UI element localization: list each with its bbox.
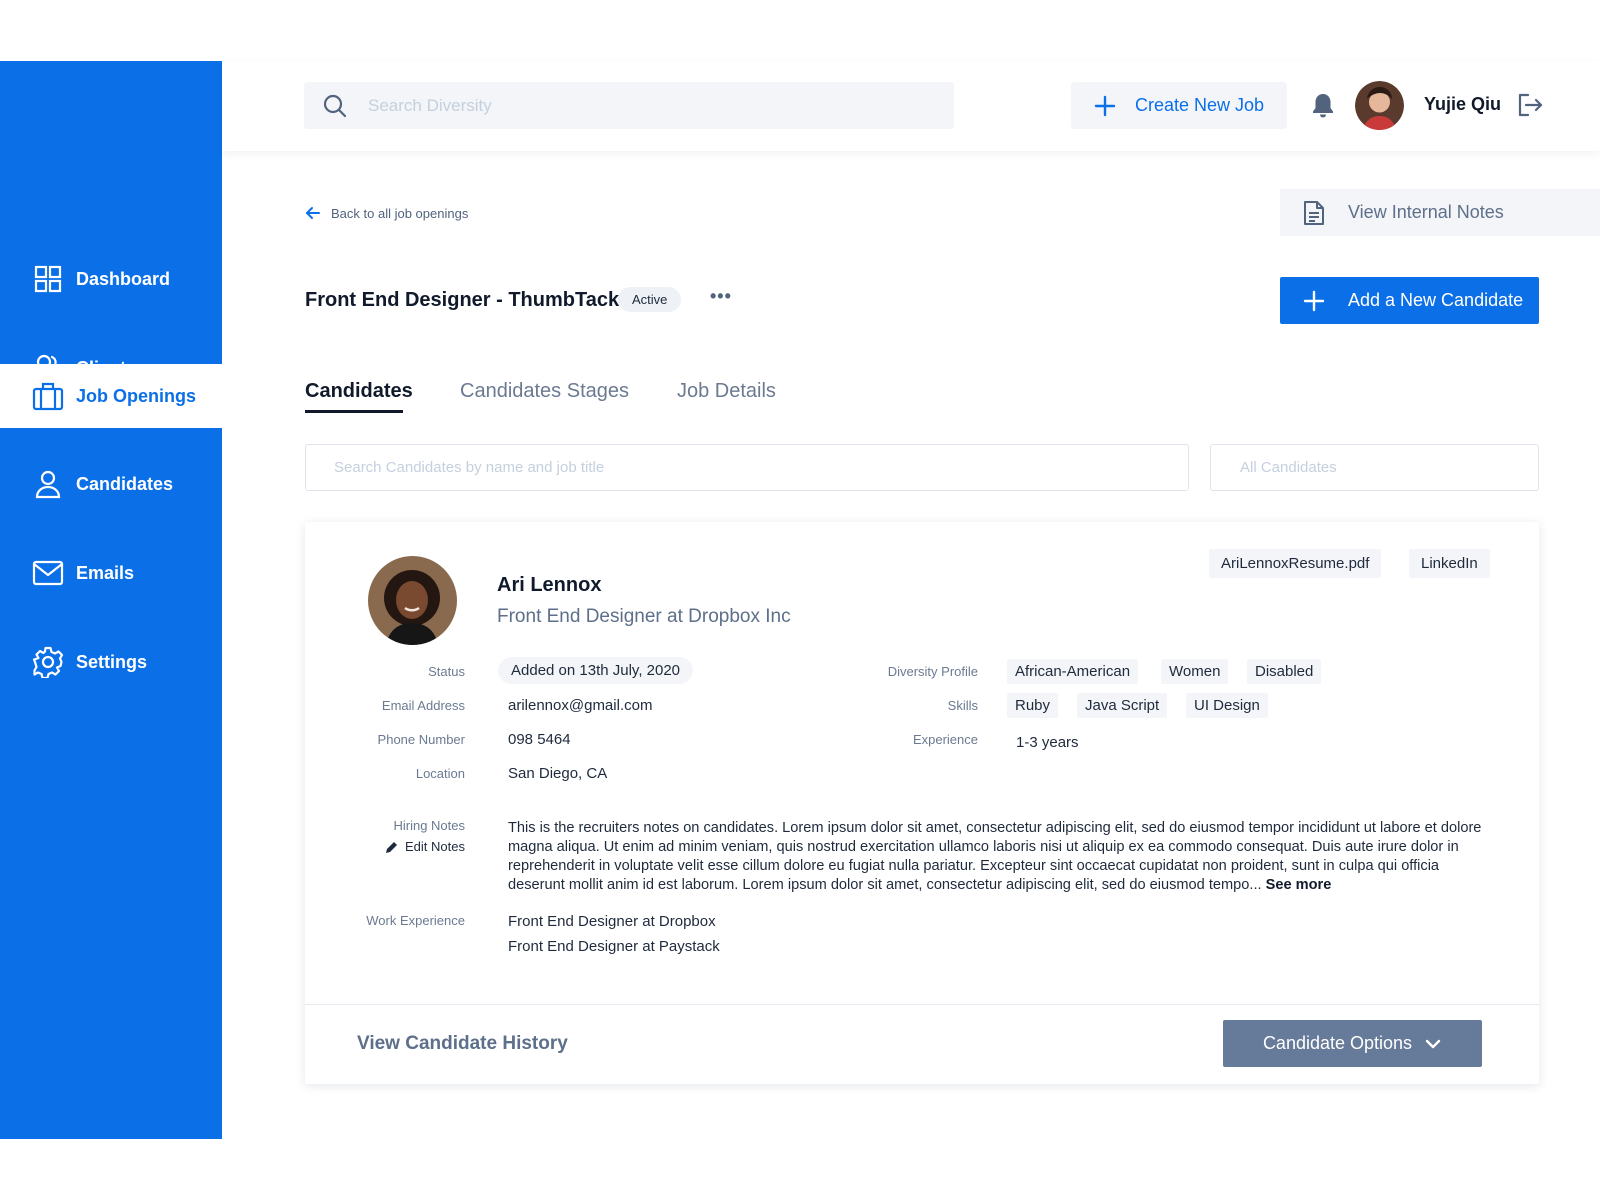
sidebar-item-label: Dashboard	[76, 268, 171, 289]
experience-value: 1-3 years	[1016, 734, 1079, 751]
active-tab-indicator	[305, 410, 403, 413]
status-label: Status	[428, 664, 465, 679]
skill-tag: Java Script	[1077, 693, 1168, 718]
see-more-link[interactable]: See more	[1266, 877, 1332, 893]
diversity-tag: Disabled	[1247, 659, 1322, 684]
job-title: Front End Designer - ThumbTack	[305, 289, 620, 311]
add-candidate-label: Add a New Candidate	[1348, 290, 1524, 310]
sidebar-item-label: Candidates	[76, 473, 174, 494]
resume-file-link[interactable]: AriLennoxResume.pdf	[1209, 549, 1382, 578]
diversity-tag: African-American	[1007, 659, 1139, 684]
candidate-search-input[interactable]	[334, 459, 1154, 476]
work-experience-label: Work Experience	[366, 913, 465, 928]
hiring-notes-text: This is the recruiters notes on candidat…	[508, 819, 1488, 895]
view-internal-notes-button[interactable]: View Internal Notes	[1280, 189, 1600, 236]
diversity-tag: Women	[1161, 659, 1229, 684]
user-name: Yujie Qiu	[1424, 94, 1502, 114]
phone-label: Phone Number	[377, 732, 465, 747]
sidebar-item-dashboard[interactable]: Dashboard	[0, 247, 222, 311]
user-icon	[31, 467, 65, 501]
hiring-notes-body: This is the recruiters notes on candidat…	[508, 820, 1482, 893]
pencil-icon	[385, 840, 399, 854]
gear-icon	[31, 645, 65, 679]
logout-icon[interactable]	[1516, 91, 1544, 119]
skill-tag: Ruby	[1007, 693, 1059, 718]
back-label: Back to all job openings	[331, 205, 469, 221]
status-value: Added on 13th July, 2020	[498, 657, 694, 684]
sidebar-item-emails[interactable]: Emails	[0, 541, 222, 605]
candidate-filter-select[interactable]: All Candidates	[1210, 444, 1539, 491]
grid-icon	[31, 262, 65, 296]
candidate-card: Ari Lennox Front End Designer at Dropbox…	[305, 522, 1539, 1084]
edit-notes-button[interactable]: Edit Notes	[375, 839, 465, 854]
candidate-name: Ari Lennox	[497, 574, 602, 596]
tab-job-details[interactable]: Job Details	[677, 380, 776, 403]
sidebar: Dashboard Clients Job Openings Candidate…	[0, 61, 222, 1139]
diversity-label: Diversity Profile	[887, 664, 978, 679]
search-icon	[322, 93, 348, 119]
skill-tag: UI Design	[1186, 693, 1268, 718]
more-options-button[interactable]: •••	[710, 286, 732, 307]
sidebar-item-label: Job Openings	[76, 385, 197, 406]
back-to-job-openings-link[interactable]: Back to all job openings	[305, 205, 468, 221]
plus-icon	[1093, 94, 1117, 118]
mail-icon	[31, 556, 65, 590]
chevron-down-icon	[1424, 1035, 1442, 1053]
skills-label: Skills	[947, 698, 978, 713]
sidebar-item-label: Settings	[76, 651, 148, 672]
candidate-options-label: Candidate Options	[1262, 1033, 1413, 1053]
bell-icon[interactable]	[1309, 91, 1337, 119]
document-icon	[1302, 200, 1326, 226]
arrow-left-icon	[305, 205, 321, 221]
edit-notes-label: Edit Notes	[405, 839, 465, 854]
experience-label: Experience	[912, 732, 978, 747]
sidebar-item-job-openings[interactable]: Job Openings	[0, 364, 222, 428]
email-label: Email Address	[381, 698, 465, 713]
linkedin-link[interactable]: LinkedIn	[1409, 549, 1490, 578]
view-candidate-history-link[interactable]: View Candidate History	[357, 1033, 568, 1055]
candidate-options-button[interactable]: Candidate Options	[1223, 1020, 1482, 1067]
email-value: arilennox@gmail.com	[508, 697, 653, 714]
tab-candidates[interactable]: Candidates	[305, 380, 413, 403]
hiring-notes-label: Hiring Notes	[393, 818, 465, 833]
internal-notes-label: View Internal Notes	[1348, 202, 1504, 222]
user-avatar[interactable]	[1355, 81, 1404, 130]
candidate-search-box[interactable]	[305, 444, 1189, 491]
sidebar-item-candidates[interactable]: Candidates	[0, 452, 222, 516]
phone-value: 098 5464	[508, 731, 571, 748]
work-experience-item: Front End Designer at Paystack	[508, 938, 720, 955]
location-label: Location	[415, 766, 465, 781]
sidebar-item-label: Emails	[76, 562, 135, 583]
job-status-badge: Active	[618, 287, 682, 312]
search-input[interactable]	[368, 95, 928, 116]
work-experience-item: Front End Designer at Dropbox	[508, 913, 716, 930]
candidate-role: Front End Designer at Dropbox Inc	[497, 606, 791, 627]
card-divider	[305, 1004, 1539, 1005]
location-value: San Diego, CA	[508, 765, 608, 782]
create-job-label: Create New Job	[1135, 95, 1265, 115]
candidate-avatar	[368, 556, 457, 645]
global-search[interactable]	[304, 82, 954, 129]
top-header: Create New Job Yujie Qiu	[222, 61, 1600, 151]
sidebar-item-settings[interactable]: Settings	[0, 630, 222, 694]
plus-icon	[1302, 289, 1326, 313]
add-new-candidate-button[interactable]: Add a New Candidate	[1280, 277, 1539, 324]
tab-candidates-stages[interactable]: Candidates Stages	[460, 380, 629, 403]
briefcase-icon	[31, 379, 65, 413]
create-new-job-button[interactable]: Create New Job	[1071, 82, 1287, 129]
